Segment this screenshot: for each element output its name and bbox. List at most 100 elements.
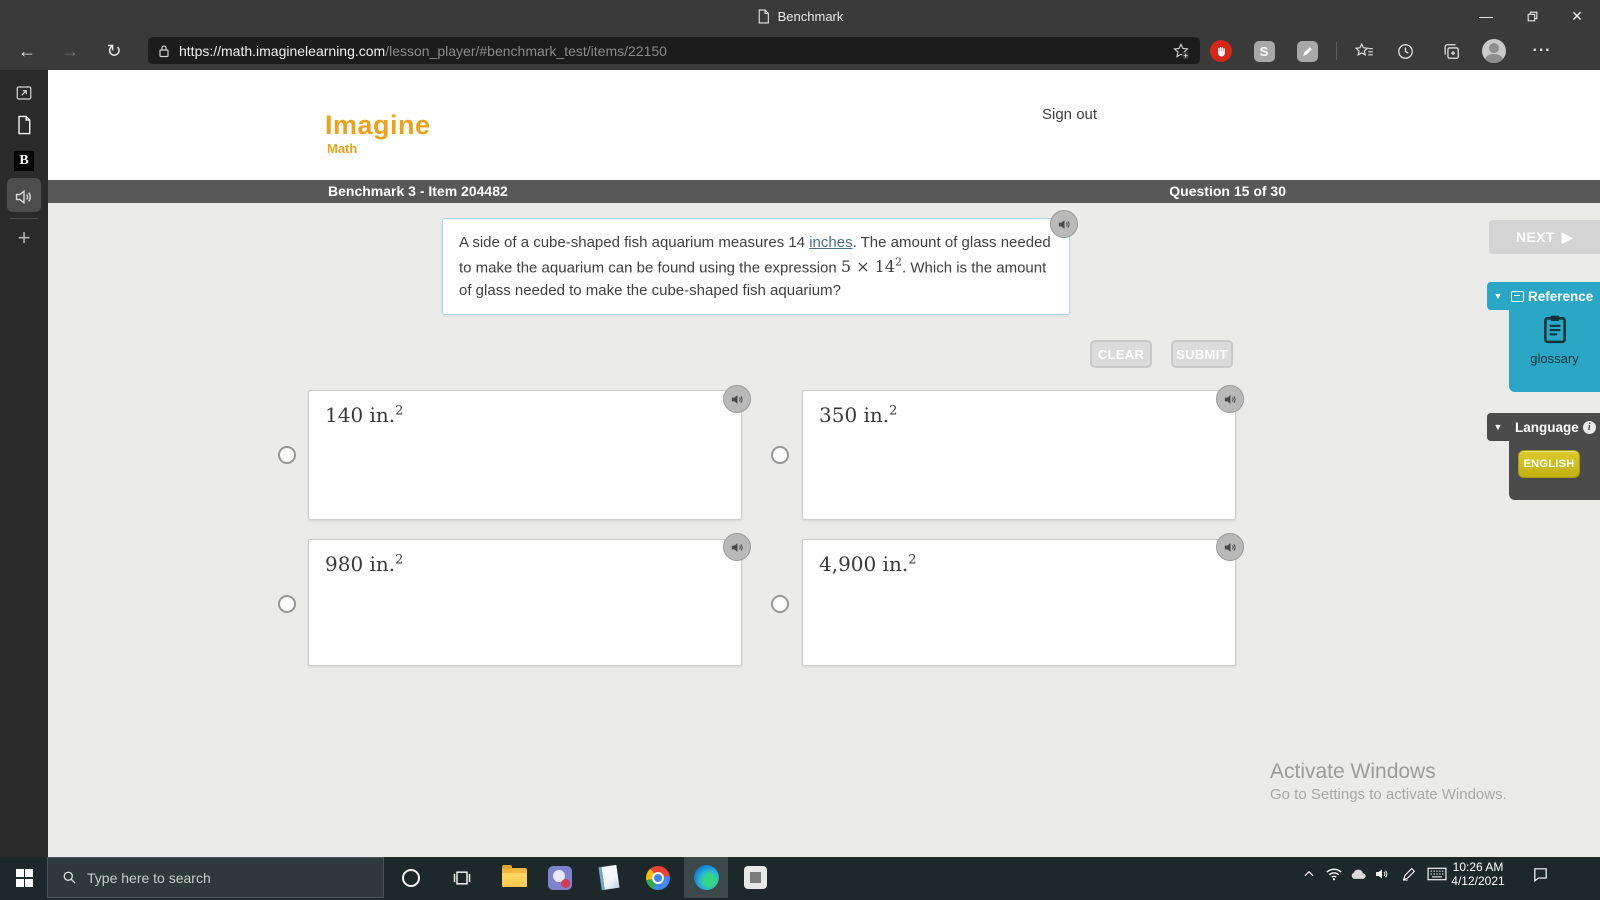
sidebar-b-logo-icon[interactable]: B [0,144,48,178]
tab-title: Benchmark [0,0,1600,32]
volume-icon[interactable] [1369,861,1395,887]
add-favorite-icon[interactable] [1172,42,1190,60]
favorites-icon[interactable] [1352,39,1376,63]
pencil-icon [1302,46,1312,56]
question-text: A side of a cube-shaped fish aquarium me… [459,234,1051,299]
answer-audio-button-4[interactable] [1216,533,1244,561]
toolbar-divider [1336,42,1337,60]
app-button-gray[interactable] [733,857,777,898]
answer-audio-button-3[interactable] [723,533,751,561]
app-button-notes[interactable] [587,857,631,898]
answer-card-2[interactable]: 350 in.2 [802,390,1236,520]
info-icon[interactable]: i [1582,421,1596,434]
inches-glossary-link[interactable]: inches [809,234,852,251]
task-view-icon [453,870,471,885]
document-icon [758,9,769,23]
language-header: Language i [1509,413,1600,435]
glossary-label: glossary [1530,351,1579,366]
answer-card-1[interactable]: 140 in.2 [308,390,742,520]
profile-avatar[interactable] [1482,39,1506,63]
restore-button[interactable] [1509,0,1555,32]
speaker-icon [1224,394,1236,404]
task-view-button[interactable] [440,857,484,898]
reference-panel: Reference glossary [1509,282,1600,392]
tray-chevron-icon[interactable] [1296,861,1322,887]
sidebar-divider [10,218,38,219]
clear-button[interactable]: CLEAR [1090,340,1152,368]
speaker-icon [1058,219,1070,229]
cortana-button[interactable] [389,857,433,898]
next-button[interactable]: NEXT ▶ [1489,220,1600,254]
answer-radio-3[interactable] [278,595,296,613]
answer-radio-4[interactable] [771,595,789,613]
imagine-logo: Imagine [325,110,431,140]
minimize-button[interactable]: — [1463,0,1509,32]
action-center-icon[interactable] [1527,861,1553,887]
language-collapse-tab[interactable]: ▼ [1487,413,1509,441]
settings-menu-icon[interactable]: ··· [1530,39,1554,63]
book-icon [1511,291,1524,302]
sign-out-link[interactable]: Sign out [1042,106,1097,123]
gray-app-icon [743,866,767,889]
answer-radio-2[interactable] [771,446,789,464]
sidebar-document-icon[interactable] [0,108,48,142]
chrome-icon [646,865,670,890]
question-audio-button[interactable] [1050,210,1078,238]
search-icon [63,871,76,884]
edge-button[interactable] [684,857,728,898]
sidebar-launch-icon[interactable] [0,76,48,110]
search-input[interactable] [87,869,357,886]
edge-icon [693,865,719,890]
taskbar-search[interactable] [47,857,384,898]
clock-time: 10:26 AM [1452,860,1504,874]
editor-extension-icon[interactable] [1295,39,1319,63]
play-icon: ▶ [1561,228,1574,245]
answer-audio-button-2[interactable] [1216,385,1244,413]
collections-icon[interactable] [1439,39,1463,63]
browser-titlebar: Benchmark — ✕ [0,0,1600,32]
start-button[interactable] [2,857,46,898]
answer-radio-1[interactable] [278,446,296,464]
windows-ink-icon[interactable] [1396,861,1422,887]
answer-text: 350 in.2 [819,403,898,427]
cortana-icon [402,868,420,887]
refresh-button[interactable]: ↻ [99,38,129,64]
back-button[interactable]: ← [12,38,42,64]
activate-windows-watermark-sub: Go to Settings to activate Windows. [1270,786,1507,803]
close-button[interactable]: ✕ [1554,0,1600,32]
question-card: A side of a cube-shaped fish aquarium me… [442,218,1070,315]
sidebar-add-icon[interactable]: + [0,221,48,255]
english-language-button[interactable]: ENGLISH [1518,450,1580,478]
answer-text: 980 in.2 [325,552,404,576]
answer-audio-button-1[interactable] [723,385,751,413]
forward-button[interactable]: → [55,38,85,64]
notepad-icon [598,864,620,891]
speaker-icon [731,542,743,552]
hand-icon [1217,46,1225,56]
sidebar-speaker-icon[interactable] [0,180,48,214]
windows-logo-icon [15,869,33,887]
language-panel: Language i ENGLISH [1509,413,1600,500]
onedrive-cloud-icon[interactable] [1345,861,1371,887]
reference-collapse-tab[interactable]: ▼ [1487,282,1509,310]
benchmark-item-label: Benchmark 3 - Item 204482 [328,183,508,199]
screen: Benchmark — ✕ ← → ↻ https://math.imagine… [0,0,1600,900]
answer-card-3[interactable]: 980 in.2 [308,539,742,666]
file-explorer-button[interactable] [492,857,536,898]
speaker-icon [731,394,743,404]
clipboard-icon [1543,315,1566,344]
adblock-extension-icon[interactable] [1209,39,1233,63]
imagine-logo-sub: Math [327,141,358,156]
app-button-purple[interactable] [538,857,582,898]
chrome-button[interactable] [636,857,680,898]
s-extension-icon[interactable]: S [1252,39,1276,63]
glossary-button[interactable]: glossary [1509,314,1600,366]
answer-card-4[interactable]: 4,900 in.2 [802,539,1236,666]
taskbar-clock[interactable]: 10:26 AM 4/12/2021 [1446,860,1510,888]
url-text: https://math.imaginelearning.com/lesson_… [179,42,667,59]
wifi-icon[interactable] [1321,861,1347,887]
address-bar[interactable]: https://math.imaginelearning.com/lesson_… [148,37,1200,64]
history-icon[interactable] [1393,39,1417,63]
submit-button[interactable]: SUBMIT [1171,340,1233,368]
lock-icon [159,44,169,57]
